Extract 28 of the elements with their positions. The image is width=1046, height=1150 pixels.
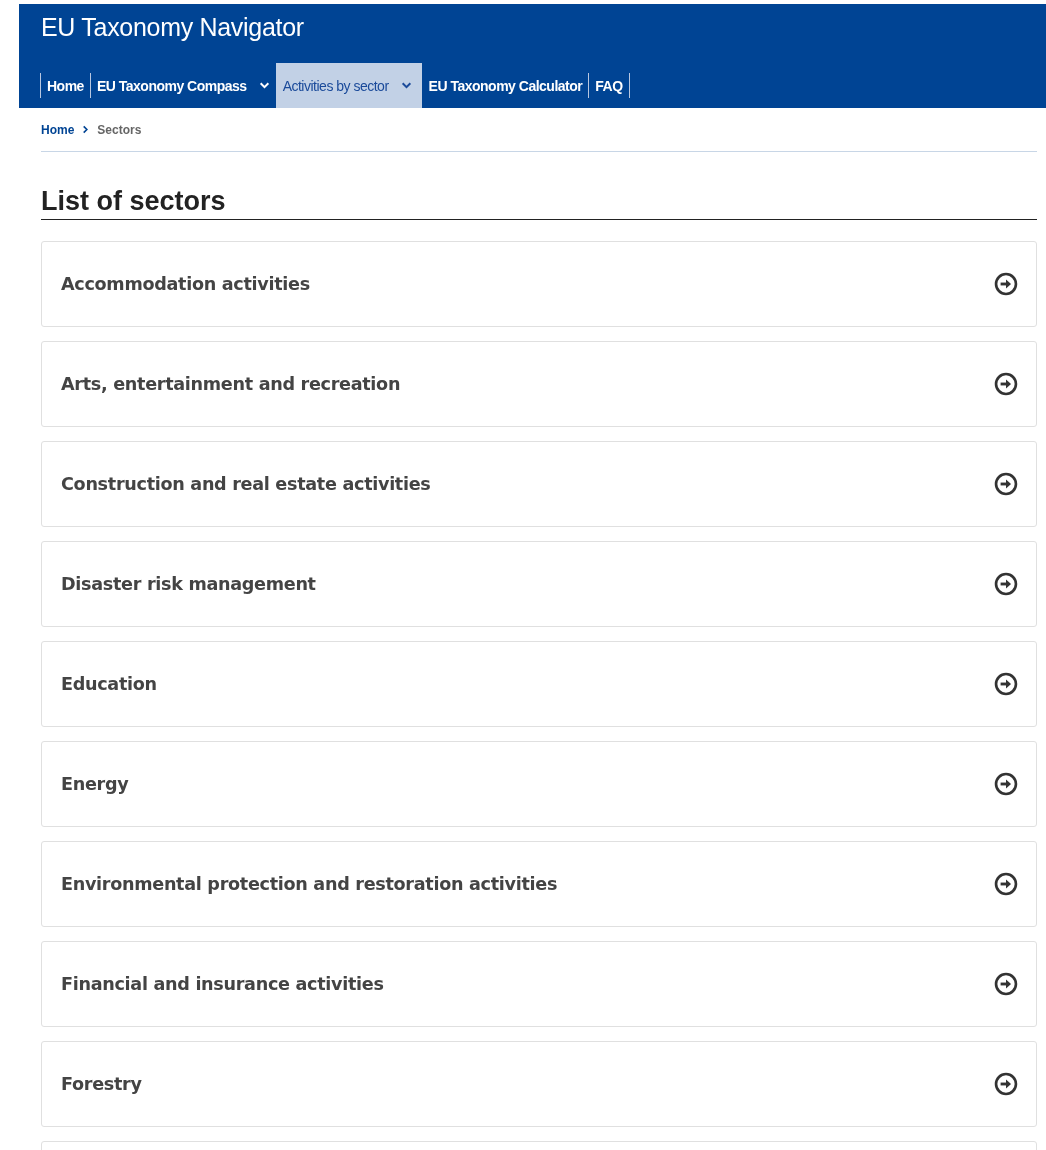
sector-card[interactable]: Arts, entertainment and recreation bbox=[41, 341, 1037, 427]
sector-card[interactable]: Energy bbox=[41, 741, 1037, 827]
nav-item[interactable]: Home bbox=[40, 73, 90, 98]
sector-card[interactable]: Financial and insurance activities bbox=[41, 941, 1037, 1027]
chevron-right-icon bbox=[81, 125, 91, 134]
arrow-circle-right-icon bbox=[994, 772, 1018, 796]
nav-item[interactable]: EU Taxonomy Calculator bbox=[421, 73, 589, 98]
nav-item[interactable]: FAQ bbox=[588, 73, 630, 98]
sector-card[interactable]: Accommodation activities bbox=[41, 241, 1037, 327]
arrow-circle-right-icon bbox=[994, 672, 1018, 696]
site-title[interactable]: EU Taxonomy Navigator bbox=[19, 4, 1046, 42]
arrow-circle-right-icon bbox=[994, 372, 1018, 396]
arrow-circle-right-icon bbox=[994, 472, 1018, 496]
nav-item[interactable]: Activities by sector bbox=[275, 63, 422, 108]
sector-card[interactable]: Education bbox=[41, 641, 1037, 727]
sector-card[interactable]: Disaster risk management bbox=[41, 541, 1037, 627]
arrow-circle-right-icon bbox=[994, 1072, 1018, 1096]
arrow-circle-right-icon bbox=[994, 972, 1018, 996]
arrow-circle-right-icon bbox=[994, 272, 1018, 296]
sector-card[interactable]: Environmental protection and restoration activities bbox=[41, 841, 1037, 927]
breadcrumb-current: Sectors bbox=[97, 122, 142, 137]
page-heading: List of sectors bbox=[41, 184, 1037, 220]
sector-card[interactable]: Construction and real estate activities bbox=[41, 441, 1037, 527]
nav-item[interactable]: EU Taxonomy Compass bbox=[89, 73, 276, 98]
sector-card[interactable]: Forestry bbox=[41, 1041, 1037, 1127]
breadcrumb-link[interactable]: Home bbox=[41, 122, 75, 137]
arrow-circle-right-icon bbox=[994, 572, 1018, 596]
arrow-circle-right-icon bbox=[994, 872, 1018, 896]
